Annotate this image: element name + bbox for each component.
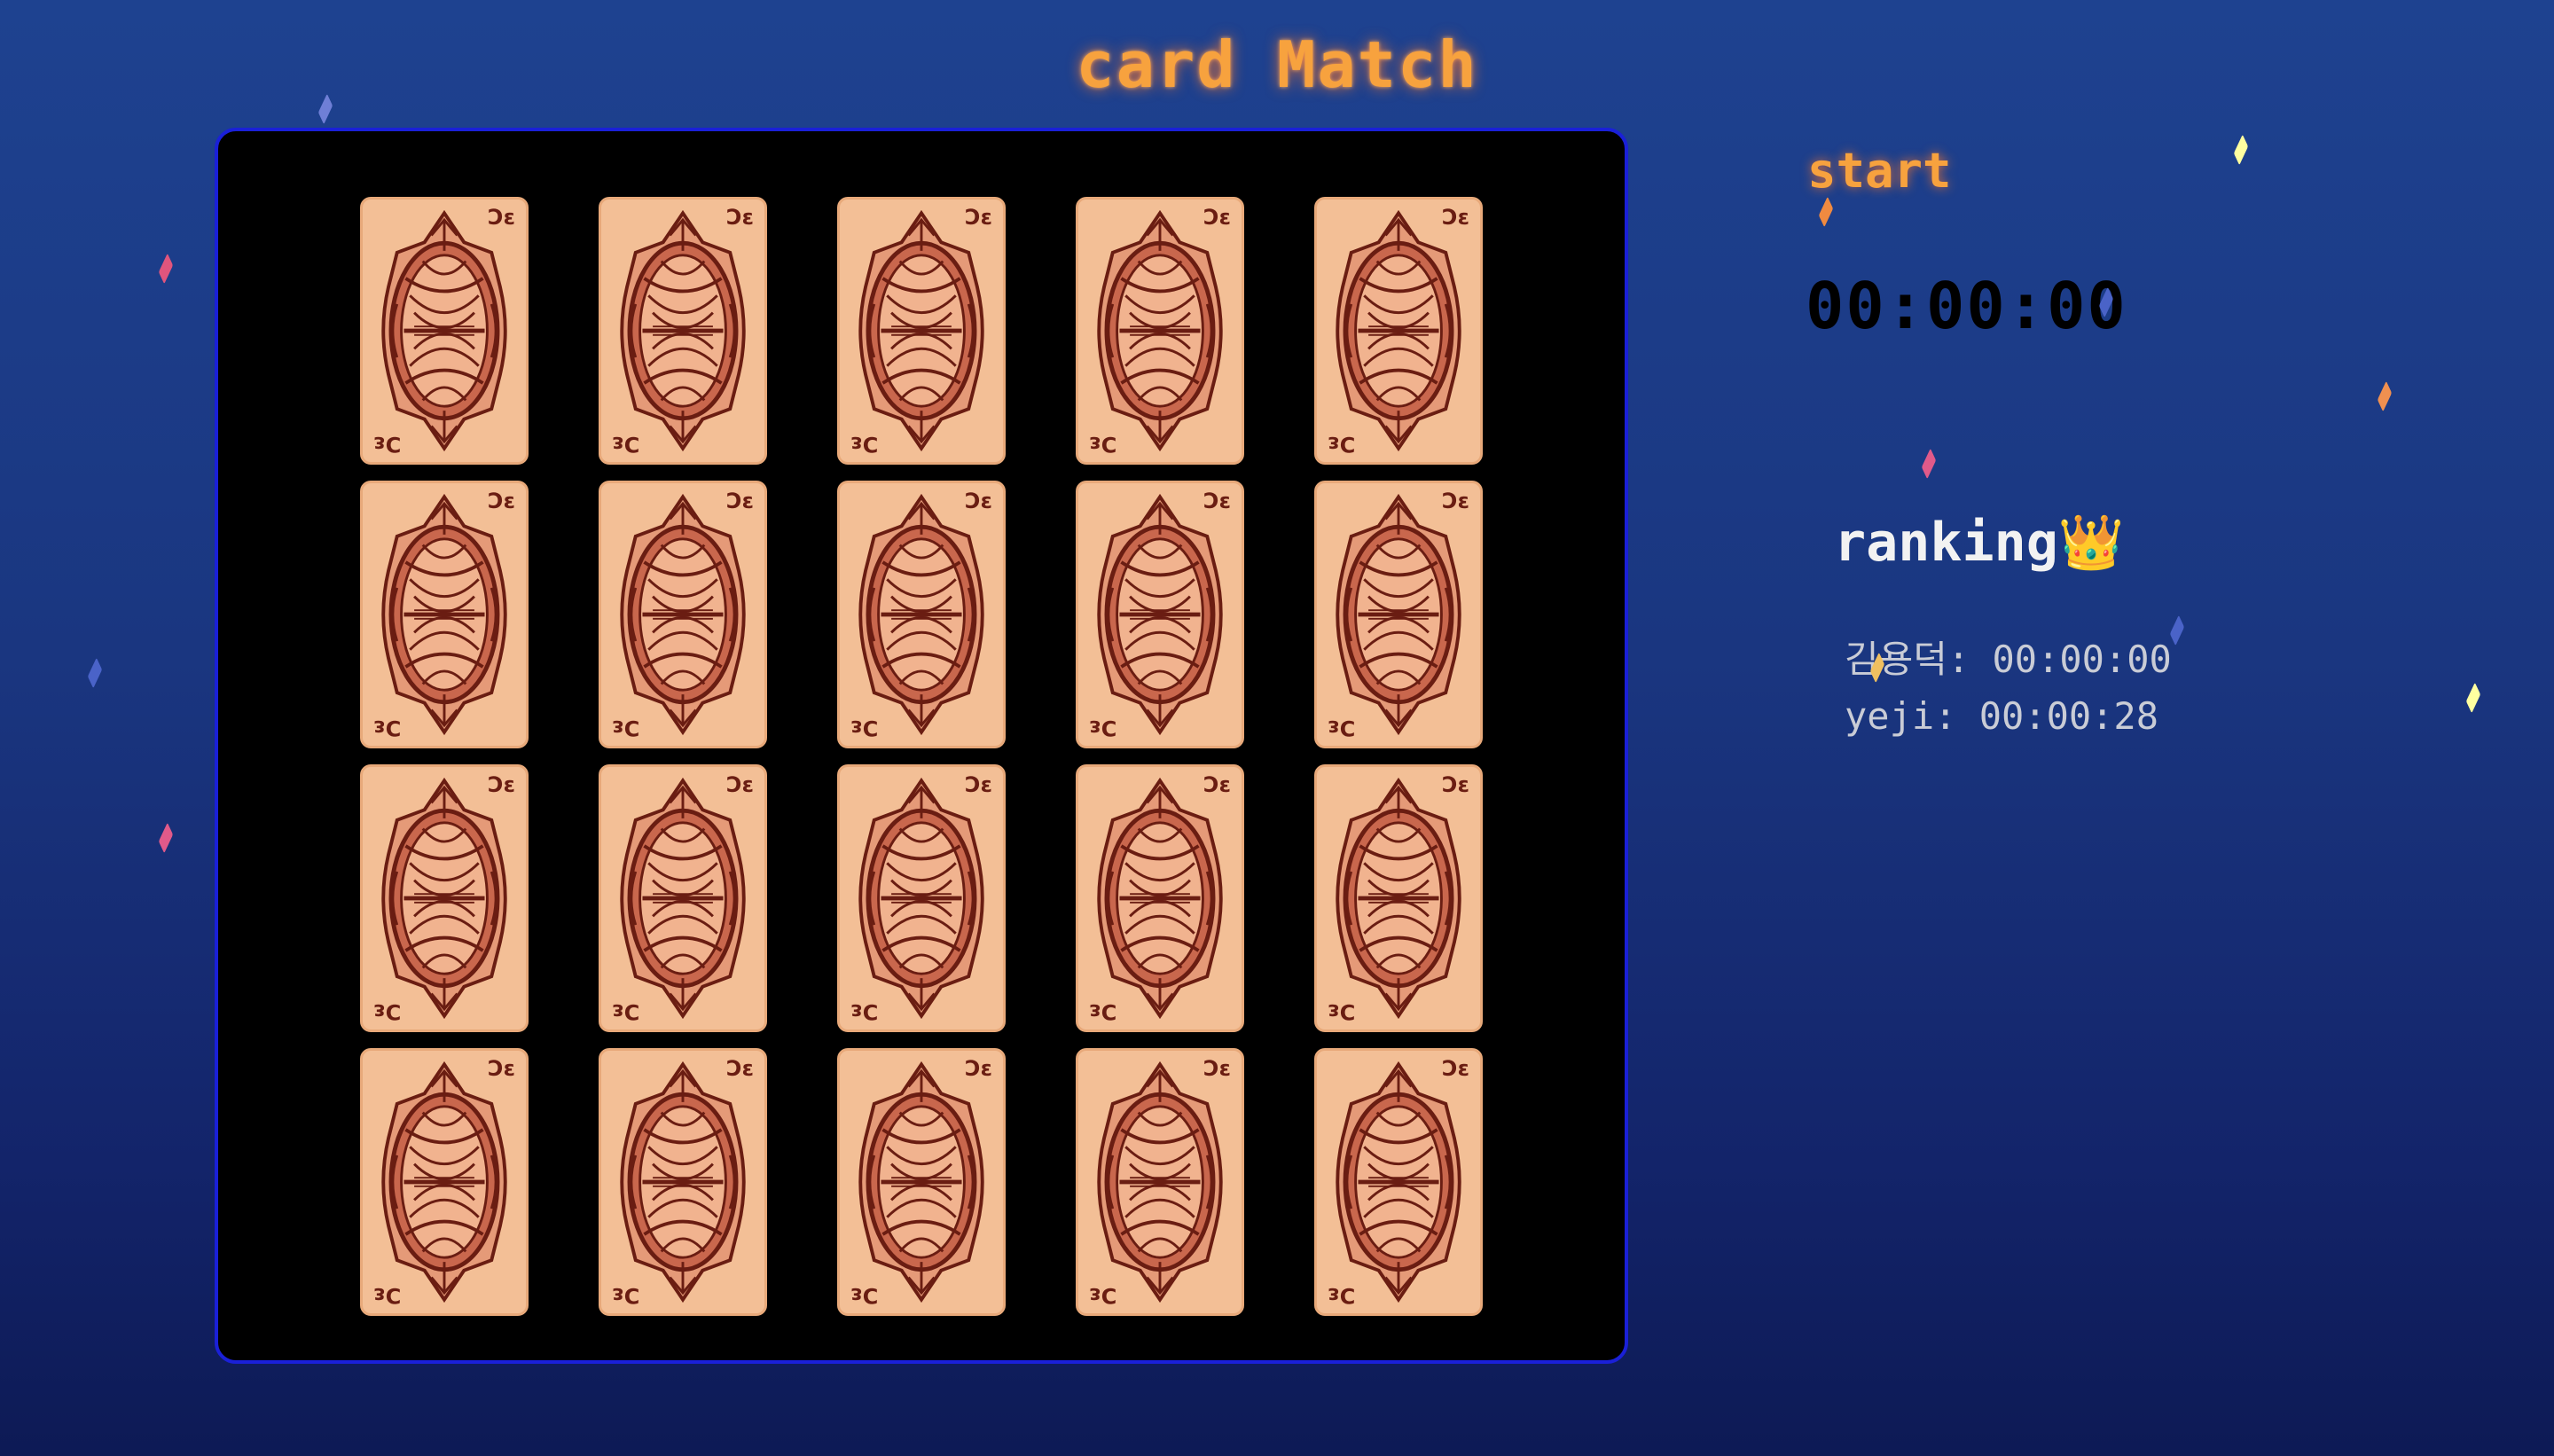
card-corner-mark: Ɔɛ [1089,1283,1116,1308]
card-corner-mark: Ɔɛ [612,1283,639,1308]
card-corner-mark: Ɔɛ [488,205,515,230]
card-corner-mark: Ɔɛ [1203,489,1231,513]
card-back[interactable]: Ɔɛ Ɔɛ [837,764,1006,1032]
card-corner-mark: Ɔɛ [1442,489,1469,513]
card-corner-mark: Ɔɛ [1203,772,1231,797]
card-back[interactable]: Ɔɛ Ɔɛ [599,764,767,1032]
card-corner-mark: Ɔɛ [1203,1056,1231,1081]
ranking-list: 김용덕: 00:00:00 yeji: 00:00:28 [1845,631,2172,745]
card-corner-mark: Ɔɛ [850,1283,878,1308]
card-back[interactable]: Ɔɛ Ɔɛ [360,197,529,465]
timer-display: 00:00:00 [1806,269,2127,343]
card-corner-mark: Ɔɛ [965,1056,992,1081]
card-corner-mark: Ɔɛ [488,772,515,797]
card-corner-mark: Ɔɛ [373,716,401,740]
card-corner-mark: Ɔɛ [726,489,754,513]
card-back[interactable]: Ɔɛ Ɔɛ [1314,764,1483,1032]
card-back[interactable]: Ɔɛ Ɔɛ [1076,764,1244,1032]
card-back[interactable]: Ɔɛ Ɔɛ [1314,481,1483,748]
confetti-piece [87,657,103,689]
card-corner-mark: Ɔɛ [373,1283,401,1308]
card-corner-mark: Ɔɛ [850,432,878,457]
card-corner-mark: Ɔɛ [488,1056,515,1081]
start-button[interactable]: start [1807,140,1952,202]
card-back[interactable]: Ɔɛ Ɔɛ [360,481,529,748]
card-back[interactable]: Ɔɛ Ɔɛ [837,197,1006,465]
card-corner-mark: Ɔɛ [612,999,639,1024]
card-corner-mark: Ɔɛ [1328,999,1355,1024]
card-grid: Ɔɛ Ɔɛ Ɔɛ Ɔɛ Ɔɛ Ɔɛ Ɔɛ Ɔɛ Ɔɛ Ɔɛ Ɔɛ Ɔɛ Ɔɛ Ɔɛ Ɔɛ Ɔɛ Ɔɛ Ɔɛ Ɔɛ Ɔɛ… [360,197,1483,1316]
card-corner-mark: Ɔɛ [1442,205,1469,230]
card-corner-mark: Ɔɛ [612,716,639,740]
ranking-title: ranking👑 [1834,512,2125,574]
card-back[interactable]: Ɔɛ Ɔɛ [1314,1048,1483,1316]
confetti-piece [2169,614,2185,646]
card-back[interactable]: Ɔɛ Ɔɛ [1076,1048,1244,1316]
card-corner-mark: Ɔɛ [488,489,515,513]
card-back[interactable]: Ɔɛ Ɔɛ [1076,481,1244,748]
card-back[interactable]: Ɔɛ Ɔɛ [837,1048,1006,1316]
confetti-piece [2377,380,2393,412]
card-back[interactable]: Ɔɛ Ɔɛ [599,481,767,748]
card-back[interactable]: Ɔɛ Ɔɛ [599,1048,767,1316]
card-corner-mark: Ɔɛ [965,489,992,513]
card-corner-mark: Ɔɛ [726,205,754,230]
card-corner-mark: Ɔɛ [726,772,754,797]
card-back[interactable]: Ɔɛ Ɔɛ [1314,197,1483,465]
card-corner-mark: Ɔɛ [1442,772,1469,797]
card-corner-mark: Ɔɛ [373,432,401,457]
card-corner-mark: Ɔɛ [965,772,992,797]
card-corner-mark: Ɔɛ [726,1056,754,1081]
card-corner-mark: Ɔɛ [1442,1056,1469,1081]
card-corner-mark: Ɔɛ [1089,432,1116,457]
confetti-piece [2233,134,2249,166]
card-corner-mark: Ɔɛ [1328,716,1355,740]
confetti-piece [158,253,174,285]
card-back[interactable]: Ɔɛ Ɔɛ [1076,197,1244,465]
card-back[interactable]: Ɔɛ Ɔɛ [599,197,767,465]
game-title: card Match [1076,27,1478,102]
card-back[interactable]: Ɔɛ Ɔɛ [360,764,529,1032]
card-corner-mark: Ɔɛ [850,716,878,740]
card-back[interactable]: Ɔɛ Ɔɛ [360,1048,529,1316]
card-corner-mark: Ɔɛ [965,205,992,230]
card-corner-mark: Ɔɛ [1089,999,1116,1024]
card-corner-mark: Ɔɛ [850,999,878,1024]
ranking-entry: yeji: 00:00:28 [1845,694,2159,738]
card-corner-mark: Ɔɛ [612,432,639,457]
card-corner-mark: Ɔɛ [1328,432,1355,457]
ranking-entry: 김용덕: 00:00:00 [1845,638,2172,681]
card-corner-mark: Ɔɛ [1203,205,1231,230]
card-corner-mark: Ɔɛ [1089,716,1116,740]
confetti-piece [2465,682,2481,714]
card-corner-mark: Ɔɛ [1328,1283,1355,1308]
card-back[interactable]: Ɔɛ Ɔɛ [837,481,1006,748]
confetti-piece [1921,448,1937,480]
card-corner-mark: Ɔɛ [373,999,401,1024]
game-board: Ɔɛ Ɔɛ Ɔɛ Ɔɛ Ɔɛ Ɔɛ Ɔɛ Ɔɛ Ɔɛ Ɔɛ Ɔɛ Ɔɛ Ɔɛ Ɔɛ Ɔɛ Ɔɛ Ɔɛ Ɔɛ Ɔɛ Ɔɛ… [215,128,1628,1364]
confetti-piece [158,822,174,854]
